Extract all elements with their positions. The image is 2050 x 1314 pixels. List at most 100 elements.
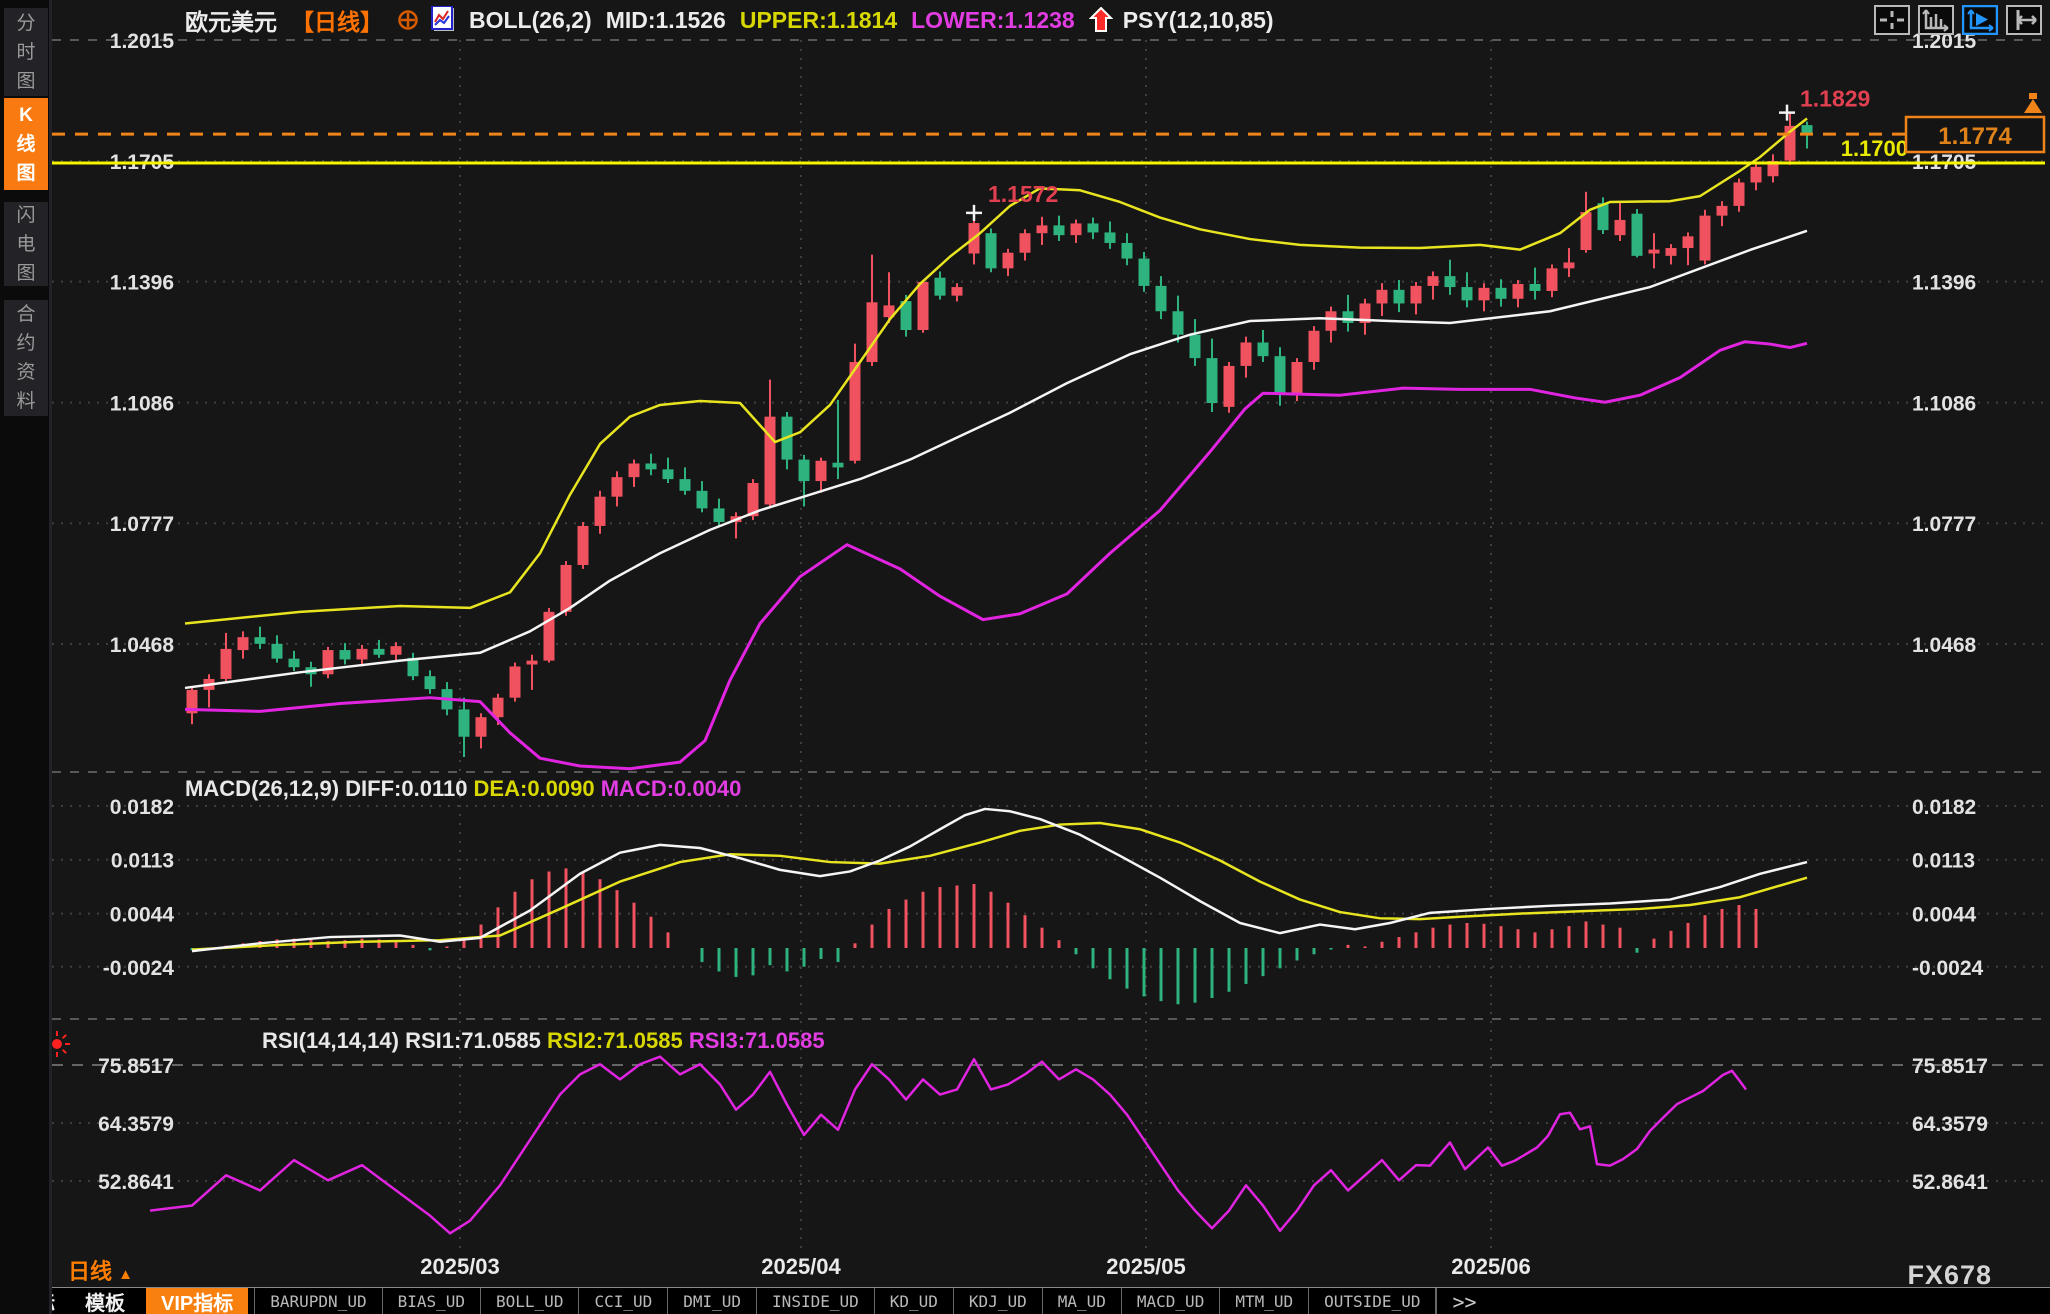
tab-BARUPDN_UD[interactable]: BARUPDN_UD [254,1288,381,1314]
candle-body [645,463,657,470]
candle-body [1427,276,1439,286]
candle-body [1002,252,1014,269]
macd-axis-label-right: -0.0024 [1912,957,1984,980]
chart-header: 欧元美元 【日线】 BOLL(26,2) MID:1.1526 UPPER:1.… [185,2,1288,38]
candle-body [271,643,283,659]
candle-body [1631,213,1643,256]
candle-body [1444,276,1456,288]
candle-body [628,463,640,478]
tab-BOLL_UD[interactable]: BOLL_UD [480,1288,578,1314]
candle-body [1053,225,1065,236]
candle-body [798,459,810,482]
rsi-axis-label-right: 75.8517 [1912,1055,1988,1078]
price-axis-label-right: 1.1396 [1912,272,1976,295]
macd-axis-label-left: 0.0044 [110,904,175,927]
candle-body [696,490,708,509]
candle-body [1274,356,1286,394]
hline-value-label: 1.1700 [1841,136,1908,161]
candle-body [1291,362,1303,394]
candle-body [1087,223,1099,233]
candle-body [866,302,878,363]
time-axis: 日线 ▲ FX678 2025/03 2025/04 2025/05 2025/06 [0,1250,2050,1290]
last-price-value: 1.1774 [1938,123,2012,150]
candle-body [1716,205,1728,216]
candle-body [560,564,572,612]
candle-body [373,648,385,655]
macd-axis-label-left: -0.0024 [103,957,175,980]
sidebar-item-char: 约 [16,333,36,354]
macd-axis-label-right: 0.0182 [1912,796,1976,819]
candle-body [237,637,249,651]
candle-body [1495,287,1507,299]
candle-body [475,717,487,737]
sidebar-item-char: 线 [16,133,36,155]
sidebar-item-3[interactable]: 闪电图 [4,202,48,286]
tab-KD_UD[interactable]: KD_UD [873,1288,953,1314]
macd-axis-label-left: 0.0113 [111,850,174,873]
sidebar-item-char: 分 [16,12,36,34]
candle-body [509,666,521,698]
tab-BIAS_UD[interactable]: BIAS_UD [381,1288,480,1314]
sidebar-item-char: 合 [16,304,36,325]
candle-body [1614,219,1626,236]
candle-body [1699,215,1711,261]
triangle-up-icon: ▲ [118,1266,133,1283]
candle-body [1257,342,1269,357]
candle-body [220,648,232,679]
price-axis-label-left: 1.1086 [110,393,174,416]
tab-KDJ_UD[interactable]: KDJ_UD [952,1288,1042,1314]
sidebar-item-char: 料 [16,391,36,412]
price-marker-label: 1.1829 [1800,86,1870,112]
red-up-arrow-icon [1088,7,1113,32]
boll-mid-value: MID:1.1526 [605,6,726,33]
candle-body [1461,287,1473,301]
candle-body [1104,232,1116,243]
rsi-axis-label-left: 64.3579 [98,1113,174,1136]
chart-canvas[interactable]: 1.2015 1.20151.1705 1.17051.1396 1.13961.10… [0,0,2050,1286]
sidebar-item-2[interactable]: K线图 [4,98,48,190]
sidebar-item-4[interactable]: 合约资料 [4,300,48,416]
candle-body [1733,182,1745,206]
candle-body [1410,285,1422,304]
candle-body [356,648,368,660]
tab-VIP指标[interactable]: VIP指标 [146,1288,249,1314]
mini-chart-icon[interactable] [431,6,457,34]
plus-circle-icon[interactable] [397,9,419,31]
candle-body [594,496,606,526]
x-axis-date-label: 2025/05 [1106,1254,1186,1279]
sidebar: 分时图K线图闪电图合约资料 [0,0,52,1314]
tab-MTM_UD[interactable]: MTM_UD [1219,1288,1308,1314]
candle-body [1563,262,1575,269]
tab-MACD_UD[interactable]: MACD_UD [1120,1288,1219,1314]
candle-body [1206,358,1218,403]
candle-body [1240,342,1252,366]
tab-OUTSIDE_UD[interactable]: OUTSIDE_UD [1308,1288,1437,1314]
tab-模板[interactable]: 模板 [70,1288,140,1314]
tab-MA_UD[interactable]: MA_UD [1041,1288,1121,1314]
candle-body [1393,289,1405,304]
candle-body [1546,268,1558,291]
price-axis-label-left: 1.0777 [110,513,174,536]
tab-INSIDE_UD[interactable]: INSIDE_UD [756,1288,874,1314]
candle-body [1121,242,1133,259]
psy-label: PSY(12,10,85) [1122,6,1274,33]
tab-DMI_UD[interactable]: DMI_UD [667,1288,756,1314]
candle-body [1580,212,1592,250]
candle-body [611,477,623,497]
period-selector[interactable]: 日线 ▲ [68,1254,133,1286]
axes-bars-icon[interactable] [1918,5,1954,35]
tab-CCI_UD[interactable]: CCI_UD [578,1288,667,1314]
candle-body [424,676,436,690]
candle-body [1478,287,1490,301]
sidebar-item-1[interactable]: 分时图 [4,8,48,96]
tabs-overflow-button[interactable]: >> [1436,1288,1491,1314]
price-axis-label-left: 1.2015 [110,30,175,53]
candle-body [1308,330,1320,363]
macd-axis-label-right: 0.0044 [1912,904,1977,927]
pan-icon[interactable] [2006,5,2042,35]
period-tag[interactable]: 【日线】 [291,3,383,37]
candle-body [254,637,266,644]
axes-play-icon[interactable] [1962,5,1998,35]
sidebar-item-char: 图 [16,262,36,284]
crosshair-icon[interactable] [1874,5,1910,35]
